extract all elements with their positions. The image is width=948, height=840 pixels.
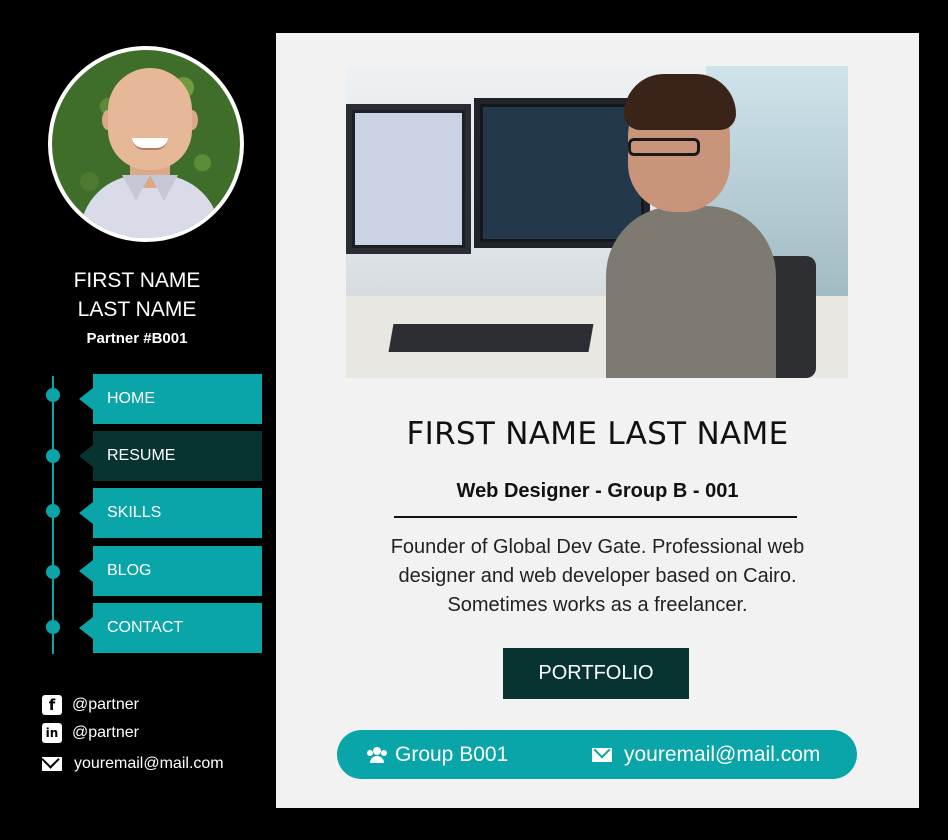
nav-item-home[interactable]: HOME <box>79 374 262 424</box>
profile-avatar <box>48 46 244 242</box>
profile-name: FIRST NAME LAST NAME <box>406 416 789 452</box>
nav-item-label: HOME <box>107 390 155 407</box>
nav-dot-skills <box>46 504 60 518</box>
nav-dot-home <box>46 388 60 402</box>
nav-item-contact[interactable]: CONTACT <box>79 603 262 653</box>
facebook-icon: f <box>42 695 62 715</box>
avatar-head <box>108 68 192 170</box>
group-label: Group B001 <box>395 742 509 766</box>
avatar-collar-right <box>150 175 178 201</box>
partner-id: Partner #B001 <box>86 330 188 347</box>
profile-panel: FIRST NAME LAST NAME Web Designer - Grou… <box>276 33 919 808</box>
social-linkedin[interactable]: in @partner <box>42 722 139 744</box>
sidebar: FIRST NAME LAST NAME Partner #B001 HOME … <box>0 0 274 840</box>
hero-photo <box>346 66 848 378</box>
photo-person-hair <box>624 74 736 130</box>
photo-keyboard <box>388 324 594 352</box>
profile-role: Web Designer - Group B - 001 <box>456 480 739 502</box>
photo-monitor-right <box>474 98 650 248</box>
portfolio-button[interactable]: PORTFOLIO <box>503 648 689 699</box>
photo-monitor-left <box>346 104 471 254</box>
sidebar-last-name: LAST NAME <box>77 298 197 321</box>
nav-dot-contact <box>46 620 60 634</box>
nav-item-label: CONTACT <box>107 619 184 636</box>
nav-item-label: RESUME <box>107 447 176 464</box>
nav-item-label: BLOG <box>107 562 152 579</box>
social-email[interactable]: youremail@mail.com <box>42 753 224 775</box>
social-facebook-handle: @partner <box>72 696 139 713</box>
nav-dot-blog <box>46 565 60 579</box>
email-info[interactable]: youremail@mail.com <box>592 730 820 779</box>
photo-person-glasses <box>628 138 700 156</box>
nav-item-skills[interactable]: SKILLS <box>79 488 262 538</box>
title-divider <box>394 516 797 518</box>
social-facebook[interactable]: f @partner <box>42 694 139 716</box>
nav-item-resume[interactable]: RESUME <box>79 431 262 481</box>
social-linkedin-handle: @partner <box>72 724 139 741</box>
photo-person-body <box>606 206 776 378</box>
nav-item-label: SKILLS <box>107 504 162 521</box>
nav-item-blog[interactable]: BLOG <box>79 546 262 596</box>
envelope-icon <box>592 747 612 762</box>
avatar-collar-left <box>122 175 150 201</box>
linkedin-icon: in <box>42 723 62 743</box>
contact-info-bar: Group B001 youremail@mail.com <box>337 730 857 779</box>
profile-bio: Founder of Global Dev Gate. Professional… <box>390 536 805 616</box>
group-info: Group B001 <box>367 730 508 779</box>
mail-icon <box>42 757 62 771</box>
users-icon <box>367 746 387 763</box>
sidebar-first-name: FIRST NAME <box>73 269 201 292</box>
sidebar-name: FIRST NAME LAST NAME <box>0 266 274 324</box>
social-email-address: youremail@mail.com <box>74 755 224 772</box>
nav-dot-resume <box>46 449 60 463</box>
email-label: youremail@mail.com <box>624 742 821 766</box>
